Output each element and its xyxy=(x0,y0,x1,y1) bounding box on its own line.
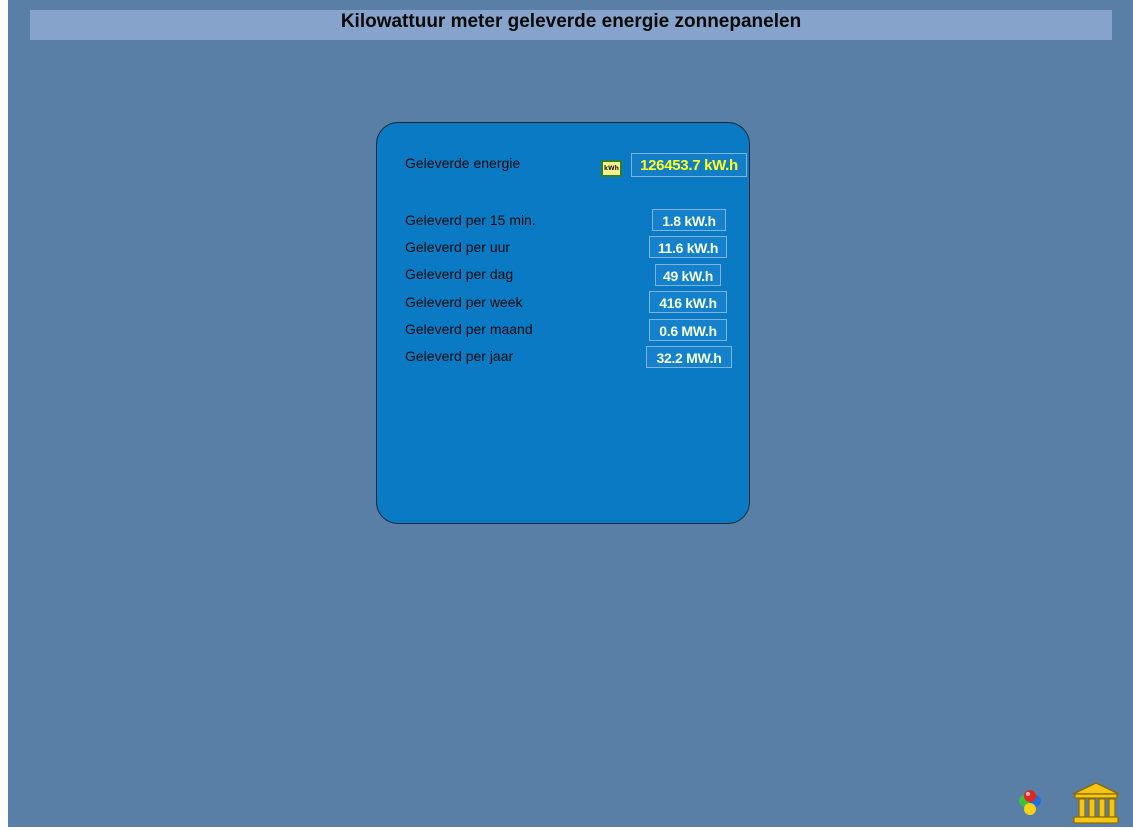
row-week-label: Geleverd per week xyxy=(405,294,523,310)
page-title: Kilowattuur meter geleverde energie zonn… xyxy=(30,10,1112,40)
row-15min-value: 1.8 kW.h xyxy=(652,209,726,231)
home-building-icon[interactable] xyxy=(1070,781,1122,825)
row-dag-label: Geleverd per dag xyxy=(405,266,514,282)
total-energy-label: Geleverde energie xyxy=(405,155,521,171)
row-dag-value: 49 kW.h xyxy=(655,264,721,286)
energy-panel: Geleverde energie kWh 126453.7 kW.h Gele… xyxy=(376,122,750,524)
row-maand-value: 0.6 MW.h xyxy=(649,319,727,341)
row-week-value: 416 kW.h xyxy=(649,291,727,313)
row-uur-label: Geleverd per uur xyxy=(405,239,511,255)
row-15min-label: Geleverd per 15 min. xyxy=(405,212,536,228)
kwh-meter-icon: kWh xyxy=(601,160,622,177)
row-maand-label: Geleverd per maand xyxy=(405,321,533,337)
row-jaar-value: 32.2 MW.h xyxy=(646,346,732,368)
row-uur-value: 11.6 kW.h xyxy=(649,236,727,258)
color-balls-icon[interactable] xyxy=(1014,788,1046,818)
row-jaar-label: Geleverd per jaar xyxy=(405,348,514,364)
total-energy-value: 126453.7 kW.h xyxy=(631,153,747,177)
hmi-screen: Kilowattuur meter geleverde energie zonn… xyxy=(8,0,1133,827)
